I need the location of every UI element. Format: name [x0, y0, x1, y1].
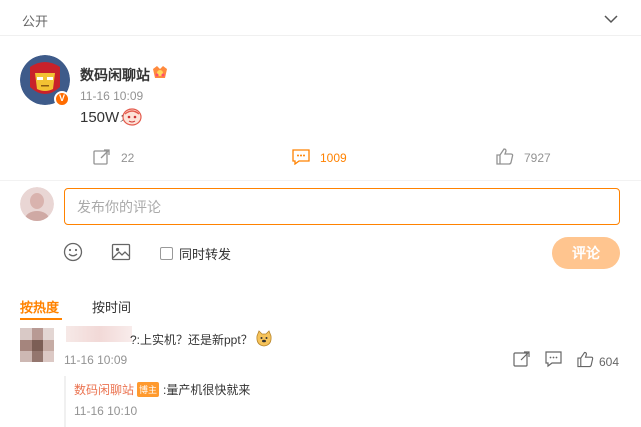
visibility-bar: 公开: [0, 0, 641, 36]
comment-input[interactable]: [64, 188, 620, 225]
commenter-avatar[interactable]: [20, 328, 54, 362]
like-button[interactable]: 7927: [496, 148, 551, 168]
comment-timestamp: 11-16 10:09: [64, 353, 128, 367]
fan-emblem-icon[interactable]: [151, 65, 169, 84]
submit-comment-button[interactable]: 评论: [552, 237, 620, 269]
comment-like-count: 604: [599, 355, 620, 369]
chevron-down-icon[interactable]: [604, 12, 618, 27]
visibility-label: 公开: [22, 14, 49, 29]
commenter-name-redacted: [66, 326, 132, 342]
post-author-name[interactable]: 数码闲聊站: [80, 65, 150, 85]
comment-reply-icon[interactable]: [545, 351, 562, 371]
comment-repost-icon[interactable]: [513, 351, 530, 371]
repost-button[interactable]: 22: [93, 148, 134, 168]
repost-checkbox[interactable]: 同时转发: [160, 244, 231, 263]
repost-option-label: 同时转发: [179, 247, 232, 262]
current-user-avatar[interactable]: [20, 187, 54, 221]
comment-like-icon[interactable]: [577, 351, 594, 371]
active-tab-indicator: [20, 318, 62, 320]
like-count: 7927: [524, 151, 551, 165]
image-upload-icon[interactable]: [111, 242, 131, 265]
reply-author-name[interactable]: 数码闲聊站: [74, 381, 134, 398]
thumbs-up-icon: [496, 148, 514, 168]
reply-timestamp: 11-16 10:10: [74, 404, 138, 418]
tab-sort-hot[interactable]: 按热度: [20, 297, 59, 316]
repost-icon: [93, 148, 111, 168]
repost-count: 22: [121, 151, 135, 165]
emoji-picker-icon[interactable]: [63, 242, 83, 265]
checkbox[interactable]: [160, 247, 173, 260]
comment-count: 1009: [320, 151, 347, 165]
emoji-icon: [121, 106, 143, 129]
section-divider: [0, 180, 641, 181]
author-badge: 博主: [137, 382, 160, 397]
comment-text: ?:上实机？还是新ppt？: [130, 333, 253, 347]
tab-sort-time[interactable]: 按时间: [92, 297, 131, 316]
post-timestamp[interactable]: 11-16 10:09: [80, 89, 143, 103]
comment-icon: [292, 148, 310, 168]
comment-button[interactable]: 1009: [292, 148, 347, 168]
reply-text: :量产机很快就来: [163, 383, 251, 397]
verified-badge-icon: V: [54, 91, 70, 107]
doge-emoji-icon: [255, 330, 273, 351]
